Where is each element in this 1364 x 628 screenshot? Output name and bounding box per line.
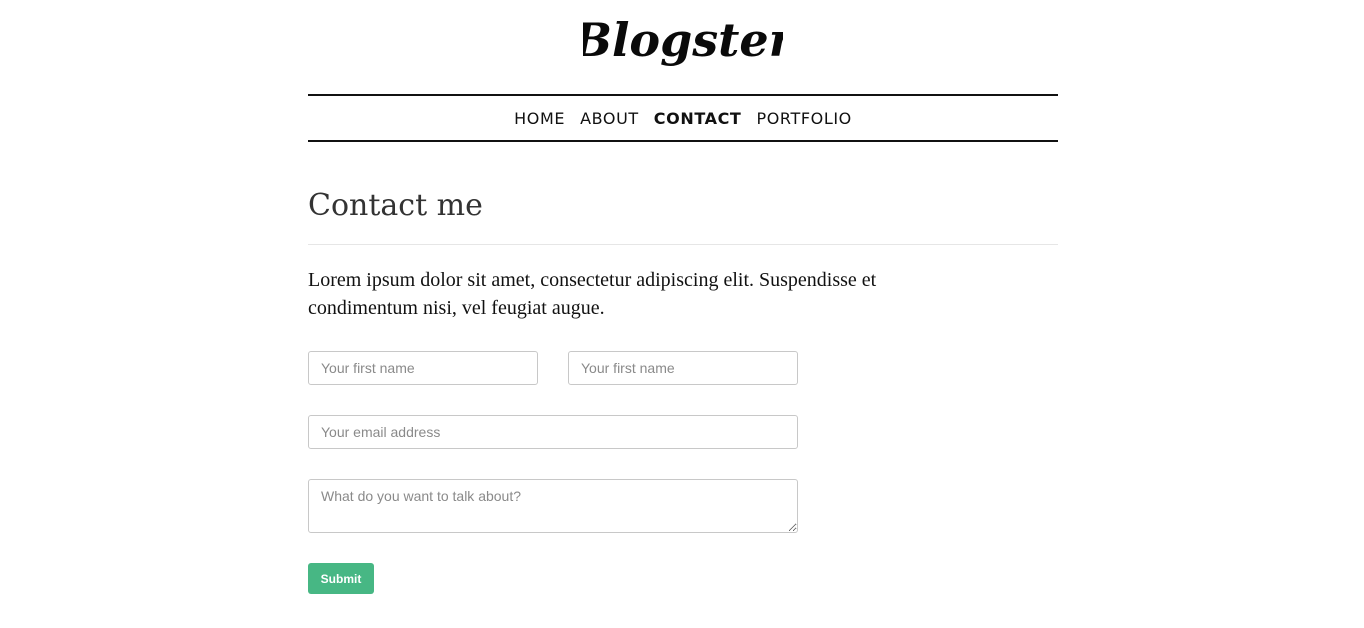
nav-item-contact[interactable]: CONTACT [654, 109, 742, 128]
main-nav: HOME ABOUT CONTACT PORTFOLIO [308, 94, 1058, 142]
logo-text: Blogster [583, 13, 783, 67]
nav-item-portfolio[interactable]: PORTFOLIO [756, 109, 851, 128]
nav-item-about[interactable]: ABOUT [580, 109, 639, 128]
message-textarea[interactable] [308, 479, 798, 533]
first-name-input[interactable] [308, 351, 538, 385]
nav-item-home[interactable]: HOME [514, 109, 565, 128]
email-input[interactable] [308, 415, 798, 449]
intro-text: Lorem ipsum dolor sit amet, consectetur … [308, 269, 877, 319]
last-name-input[interactable] [568, 351, 798, 385]
logo-wordmark: Blogster [583, 13, 783, 67]
page-title: Contact me [308, 188, 483, 223]
title-divider [308, 244, 1058, 245]
site-logo[interactable]: Blogster [308, 4, 1058, 84]
submit-button[interactable]: Submit [308, 563, 374, 594]
